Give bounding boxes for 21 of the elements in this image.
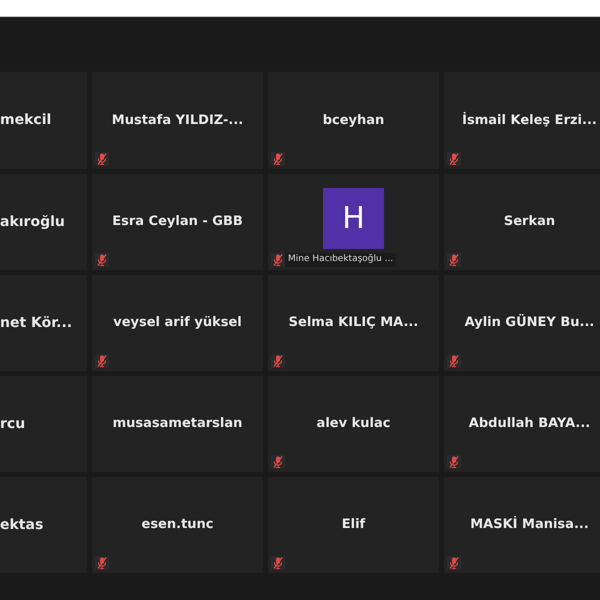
participant-name: mekcil [0,111,52,130]
participant-name: veysel arif yüksel [113,314,242,332]
participant-name: Mine Hacıbektaşoğlu ... [287,253,394,266]
participant-name: Mustafa YILDIZ-... [112,112,244,130]
participant-name: net Kör... [0,314,72,332]
participant-name: Abdullah BAYA... [468,415,590,434]
avatar-initial: H [342,200,365,238]
participant-name: alev kulac [316,415,390,434]
participant-name: Elif [342,516,366,534]
participant-name: Aylin GÜNEY Bu... [464,313,594,332]
participant-name: rcu [0,414,26,434]
participant-name: ektas [0,516,44,534]
participant-name: bceyhan [322,112,384,130]
participant-name: Esra Ceylan - GBB [112,213,243,232]
participant-name: Serkan [504,213,556,232]
participant-name: Selma KILIÇ MA... [288,314,418,332]
participant-name: esen.tunc [142,516,214,534]
participant-name: musasametarslan [112,415,242,434]
participant-name: MASKİ Manisa... [470,515,589,534]
participant-name: İsmail Keleş Erzi... [462,111,597,130]
participant-name: akıroğlu [0,212,65,232]
